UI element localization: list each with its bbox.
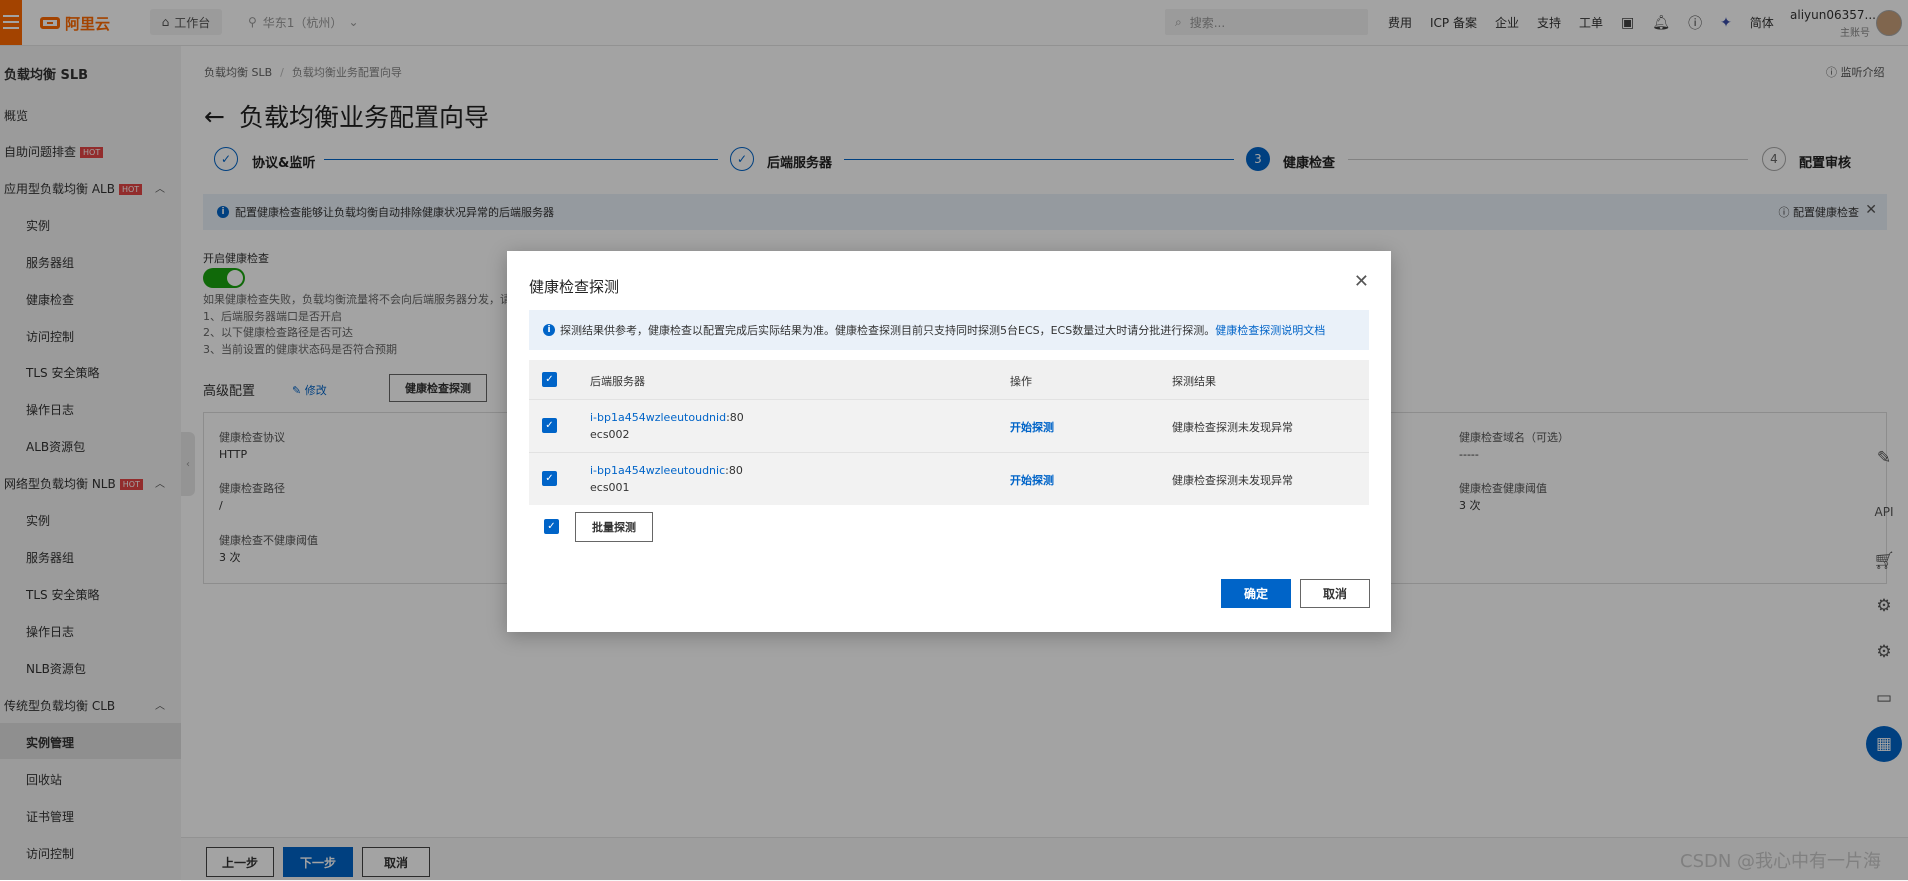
server-id-link[interactable]: i-bp1a454wzleeutoudnid [590,411,726,424]
dialog-title: 健康检查探测 [529,278,620,296]
info-icon: i [543,324,555,336]
server-port: :80 [725,464,743,477]
dialog-cancel-button[interactable]: 取消 [1300,579,1370,608]
column-header: 后端服务器 [590,375,645,388]
column-header: 操作 [1010,375,1032,388]
start-probe-button[interactable]: 开始探测 [1010,472,1054,488]
dialog-doc-link[interactable]: 健康检查探测说明文档 [1215,322,1325,338]
confirm-button[interactable]: 确定 [1221,579,1291,608]
server-cell: i-bp1a454wzleeutoudnid:80 ecs002 [590,409,744,443]
row-checkbox[interactable]: ✓ [542,418,557,433]
select-all-checkbox[interactable]: ✓ [542,372,557,387]
batch-select-checkbox[interactable]: ✓ [544,519,559,534]
table-header: ✓ 后端服务器 操作 探测结果 [529,360,1369,399]
dialog-info-banner: i 探测结果供参考，健康检查以配置完成后实际结果为准。健康检查探测目前只支持同时… [529,310,1369,350]
start-probe-button[interactable]: 开始探测 [1010,419,1054,435]
server-name: ecs002 [590,428,630,441]
health-probe-dialog: 健康检查探测 ✕ i 探测结果供参考，健康检查以配置完成后实际结果为准。健康检查… [507,251,1391,632]
close-icon[interactable]: ✕ [1354,271,1369,292]
probe-result: 健康检查探测未发现异常 [1172,421,1293,434]
table-row: ✓ i-bp1a454wzleeutoudnid:80 ecs002 开始探测 … [529,399,1369,452]
column-header: 探测结果 [1172,375,1216,388]
row-checkbox[interactable]: ✓ [542,471,557,486]
server-id-link[interactable]: i-bp1a454wzleeutoudnic [590,464,725,477]
server-cell: i-bp1a454wzleeutoudnic:80 ecs001 [590,462,743,496]
batch-probe-button[interactable]: 批量探测 [575,512,653,542]
table-row: ✓ i-bp1a454wzleeutoudnic:80 ecs001 开始探测 … [529,452,1369,505]
server-name: ecs001 [590,481,630,494]
server-port: :80 [726,411,744,424]
probe-table: ✓ 后端服务器 操作 探测结果 ✓ i-bp1a454wzleeutoudnid… [529,360,1369,505]
dialog-info-text: 探测结果供参考，健康检查以配置完成后实际结果为准。健康检查探测目前只支持同时探测… [560,324,1216,337]
probe-result: 健康检查探测未发现异常 [1172,474,1293,487]
